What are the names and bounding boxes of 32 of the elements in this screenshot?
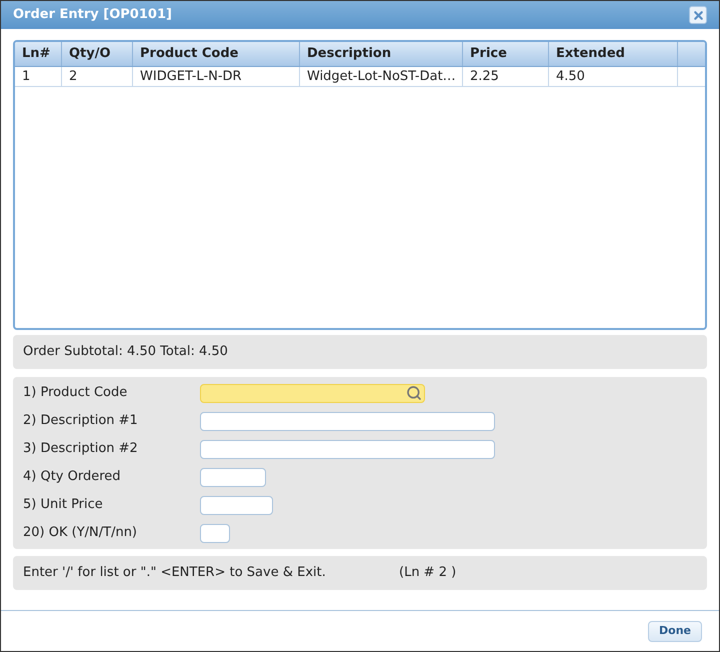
line-number: (Ln # 2 ) <box>399 564 456 582</box>
table-cell: 4.50 <box>549 67 678 86</box>
close-icon <box>692 8 704 22</box>
close-button[interactable] <box>689 6 707 24</box>
field-label: 20) OK (Y/N/T/nn) <box>23 524 138 542</box>
column-header[interactable]: Qty/O <box>62 42 133 66</box>
field-label: 2) Description #1 <box>23 412 139 430</box>
column-header[interactable]: Description <box>300 42 463 66</box>
done-button[interactable]: Done <box>648 620 702 642</box>
table-cell: 1 <box>15 67 62 86</box>
column-header[interactable]: Product Code <box>133 42 300 66</box>
status-message: Enter '/' for list or "." <ENTER> to Save & Exit. <box>23 564 327 582</box>
input-field[interactable] <box>200 468 266 486</box>
field-label: 5) Unit Price <box>23 496 104 514</box>
table-cell: 2 <box>62 67 133 86</box>
search-icon <box>406 385 422 401</box>
field-label: 4) Qty Ordered <box>23 468 122 486</box>
search-field[interactable] <box>200 384 425 402</box>
table-cell: Widget-Lot-NoST-Dat… <box>300 67 463 86</box>
field-label: 3) Description #2 <box>23 440 139 458</box>
column-header[interactable]: Price <box>463 42 549 66</box>
column-header[interactable]: Extended <box>549 42 678 66</box>
table-cell: WIDGET-L-N-DR <box>133 67 300 86</box>
window-title: Order Entry [OP0101] <box>13 6 172 24</box>
field-label: 1) Product Code <box>23 384 128 402</box>
table-cell: 2.25 <box>463 67 549 86</box>
input-field[interactable] <box>200 524 230 542</box>
input-field[interactable] <box>200 496 273 514</box>
input-field[interactable] <box>200 412 495 430</box>
column-header[interactable]: Ln# <box>15 42 62 66</box>
input-field[interactable] <box>200 440 495 458</box>
order-totals: Order Subtotal: 4.50 Total: 4.50 <box>23 343 228 362</box>
